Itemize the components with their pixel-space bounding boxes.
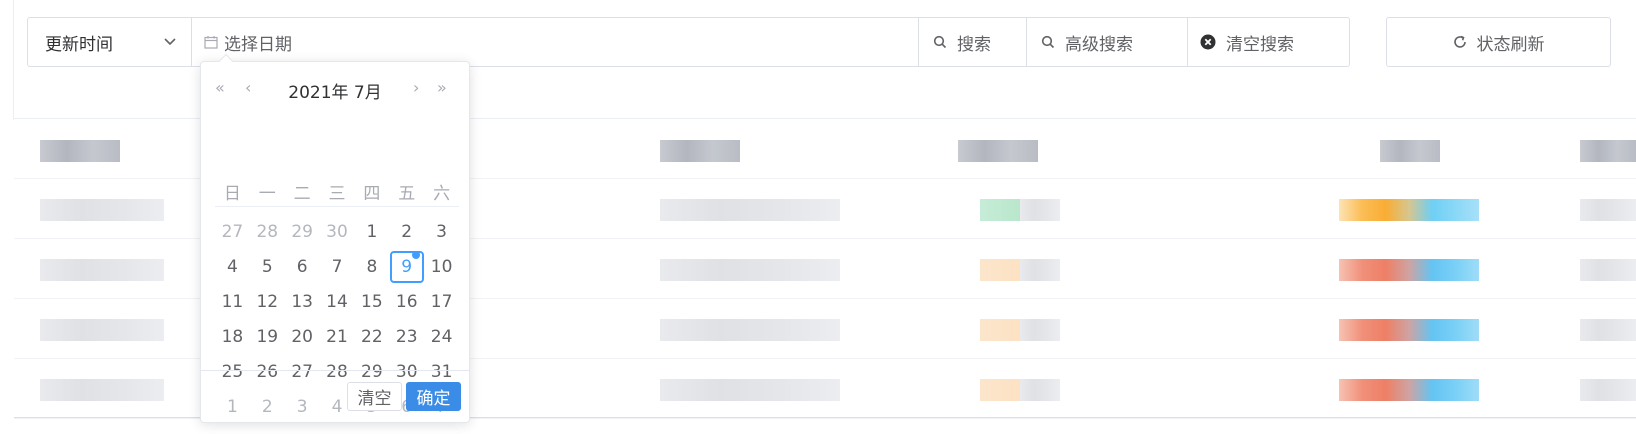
chevron-down-icon <box>164 38 176 46</box>
search-icon <box>933 35 947 49</box>
field-select-value: 更新时间 <box>45 34 113 55</box>
day-cell[interactable]: 2 <box>389 214 424 249</box>
refresh-status-button[interactable]: 状态刷新 <box>1386 17 1611 67</box>
day-cell[interactable]: 20 <box>285 319 320 354</box>
date-input[interactable]: 选择日期 <box>192 18 918 66</box>
day-cell[interactable]: 24 <box>424 319 459 354</box>
day-cell[interactable]: 30 <box>320 214 355 249</box>
day-cell[interactable]: 10 <box>424 249 459 284</box>
weekday-label: 六 <box>433 184 451 204</box>
search-button[interactable]: 搜索 <box>918 18 1026 66</box>
next-month-button[interactable]: › <box>413 78 419 97</box>
day-cell[interactable]: 15 <box>354 284 389 319</box>
day-cell[interactable]: 8 <box>354 249 389 284</box>
clear-search-button[interactable]: 清空搜索 <box>1187 18 1349 66</box>
weekday-label: 四 <box>363 184 381 204</box>
search-icon <box>1041 35 1055 49</box>
day-cell[interactable]: 29 <box>285 214 320 249</box>
refresh-label: 状态刷新 <box>1476 34 1545 55</box>
day-cell[interactable]: 27 <box>215 214 250 249</box>
weekday-label: 日 <box>223 184 241 204</box>
search-label: 搜索 <box>957 34 991 55</box>
calendar-icon <box>204 36 218 49</box>
weekday-label: 三 <box>328 184 346 204</box>
circle-close-icon <box>1200 34 1216 50</box>
advanced-search-label: 高级搜索 <box>1065 34 1133 55</box>
day-cell[interactable]: 16 <box>389 284 424 319</box>
day-cell[interactable]: 6 <box>285 249 320 284</box>
divider <box>13 0 14 120</box>
day-cell[interactable]: 14 <box>320 284 355 319</box>
confirm-date-button[interactable]: 确定 <box>406 382 461 411</box>
day-cell[interactable]: 22 <box>354 319 389 354</box>
table-header-cell <box>40 140 120 162</box>
next-year-button[interactable]: » <box>437 78 447 97</box>
page: 更新时间 选择日期 搜索 高级搜索 清空搜索 状态刷新 « ‹ 2021年 7月… <box>0 0 1636 434</box>
weekday-label: 一 <box>258 184 276 204</box>
day-cell[interactable]: 1 <box>354 214 389 249</box>
field-select[interactable]: 更新时间 <box>28 18 192 66</box>
day-cell[interactable]: 21 <box>320 319 355 354</box>
weekday-label: 五 <box>398 184 416 204</box>
day-cell[interactable]: 13 <box>285 284 320 319</box>
table-header-cell <box>1580 140 1636 162</box>
date-picker-footer: 清空 确定 <box>201 370 469 422</box>
day-cell[interactable]: 18 <box>215 319 250 354</box>
weekday-label: 二 <box>293 184 311 204</box>
table-header-cell <box>1380 140 1440 162</box>
table-header-cell <box>660 140 740 162</box>
day-cell[interactable]: 17 <box>424 284 459 319</box>
date-picker-popup: « ‹ 2021年 7月 › » 日一二三四五六 27 28 29 30 1 2 3 4 5 6 7… <box>200 53 470 423</box>
day-cell[interactable]: 28 <box>250 214 285 249</box>
day-cell[interactable]: 7 <box>320 249 355 284</box>
weekday-header: 日一二三四五六 <box>215 179 459 204</box>
clear-date-button[interactable]: 清空 <box>347 382 402 411</box>
day-cell[interactable]: 23 <box>389 319 424 354</box>
date-input-placeholder: 选择日期 <box>224 34 292 55</box>
refresh-icon <box>1453 35 1466 48</box>
day-cell[interactable]: 11 <box>215 284 250 319</box>
day-cell[interactable]: 5 <box>250 249 285 284</box>
clear-search-label: 清空搜索 <box>1226 34 1294 55</box>
date-picker-header: « ‹ 2021年 7月 › » <box>201 72 469 103</box>
divider <box>215 206 459 207</box>
table-header-cell <box>958 140 1038 162</box>
day-cell[interactable]: 3 <box>424 214 459 249</box>
day-cell-today[interactable]: 9 <box>389 249 424 284</box>
day-cell[interactable]: 12 <box>250 284 285 319</box>
date-picker-title: 2021年 7月 <box>288 83 382 103</box>
day-cell[interactable]: 4 <box>215 249 250 284</box>
day-cell[interactable]: 19 <box>250 319 285 354</box>
advanced-search-button[interactable]: 高级搜索 <box>1026 18 1187 66</box>
